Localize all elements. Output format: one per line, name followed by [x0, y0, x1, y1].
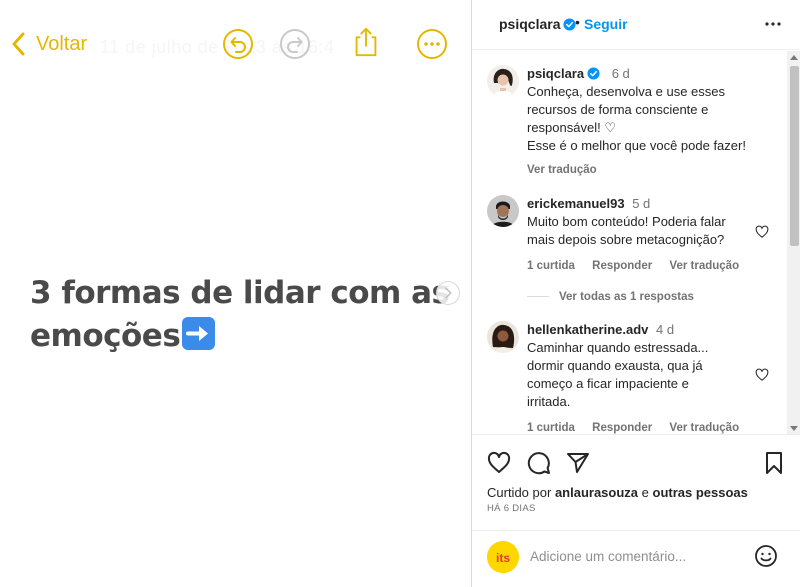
post-title-line1: 3 formas de lidar com as [30, 275, 450, 311]
scroll-up-icon[interactable] [790, 55, 798, 60]
scrollbar-thumb[interactable] [790, 66, 799, 246]
comment-text: Caminhar quando estressada... dormir qua… [527, 340, 709, 409]
chevron-right-icon [445, 287, 452, 299]
svg-text:its: its [496, 551, 510, 565]
caption-line: recursos de forma consciente e [527, 102, 709, 117]
caption-line: Esse é o melhor que você pode fazer! [527, 138, 746, 153]
share-paper-plane-icon[interactable] [566, 451, 590, 475]
translate-link[interactable]: Ver tradução [527, 164, 597, 176]
redo-icon [279, 28, 311, 60]
comment-time: 5 d [632, 196, 651, 211]
liked-by-others[interactable]: outras pessoas [653, 485, 748, 500]
back-label: Voltar [36, 32, 88, 55]
author-username[interactable]: psiqclara [499, 16, 577, 32]
current-user-avatar[interactable]: its [487, 541, 519, 573]
reply-button[interactable]: Responder [592, 422, 652, 434]
caption-username-text: psiqclara [527, 66, 585, 81]
header-separator: • [575, 14, 580, 30]
post-timestamp: HÁ 6 DIAS [487, 503, 536, 514]
comment-bubble-icon[interactable] [527, 451, 551, 475]
view-replies-button[interactable]: Ver todas as 1 respostas [527, 291, 694, 303]
post-title-line2: emoções [30, 315, 450, 358]
avatar[interactable] [487, 321, 519, 353]
more-options-icon[interactable] [764, 14, 782, 34]
emoji-smiley-icon[interactable] [754, 544, 778, 568]
comment-time: 4 d [656, 322, 675, 337]
avatar[interactable] [487, 195, 519, 227]
comment-likes[interactable]: 1 curtida [527, 260, 575, 272]
chevron-left-icon [12, 32, 25, 56]
comment-likes[interactable]: 1 curtida [527, 422, 575, 434]
back-button: Voltar [8, 30, 87, 58]
replies-divider [527, 296, 549, 298]
post-image: Voltar 11 de julho de 2023 às 16:4 3 for… [0, 0, 471, 587]
caption-time: 6 d [611, 66, 630, 81]
comment-text: Muito bom conteúdo! Poderia falar mais d… [527, 214, 726, 247]
follow-button[interactable]: Seguir [584, 16, 628, 32]
more-circle-icon [416, 28, 448, 60]
translate-link[interactable]: Ver tradução [669, 260, 739, 272]
verified-badge-icon [587, 67, 600, 80]
avatar[interactable] [487, 65, 519, 97]
share-icon [350, 26, 382, 58]
like-comment-heart-icon[interactable] [755, 368, 769, 382]
comments-scrollbar[interactable] [787, 51, 800, 434]
caption-text: psiqclara 6 d Conheça, desenvolva e use … [527, 65, 752, 179]
comments-list[interactable]: psiqclara 6 d Conheça, desenvolva e use … [472, 51, 800, 435]
save-bookmark-icon[interactable] [762, 451, 786, 475]
liked-by-user[interactable]: anlaurasouza [555, 485, 638, 500]
likes-prefix: Curtido por [487, 485, 552, 500]
comment-text-block: hellenkatherine.adv 4 d Caminhar quando … [527, 321, 752, 434]
right-arrow-emoji-icon [182, 317, 216, 350]
carousel-next-button[interactable] [436, 281, 460, 305]
comment-username[interactable]: erickemanuel93 [527, 196, 625, 211]
post-sidebar: psiqclara • Seguir psiqclara 6 d Conheça… [471, 0, 800, 587]
likes-summary: Curtido por anlaurasouza e outras pessoa… [487, 485, 748, 500]
comment-text-block: erickemanuel93 5 d Muito bom conteúdo! P… [527, 195, 752, 275]
notes-toolbar: Voltar 11 de julho de 2023 às 16:4 [0, 0, 471, 90]
caption-line: responsável! ♡ [527, 120, 616, 135]
post-header: psiqclara • Seguir [472, 0, 800, 50]
view-replies-label: Ver todas as 1 respostas [559, 291, 694, 303]
comment-username[interactable]: hellenkatherine.adv [527, 322, 648, 337]
post-actions: Curtido por anlaurasouza e outras pessoa… [472, 436, 800, 586]
translate-link[interactable]: Ver tradução [669, 422, 739, 434]
comment-composer: its [472, 530, 800, 586]
caption-line: Conheça, desenvolva e use esses [527, 84, 726, 99]
author-username-text: psiqclara [499, 16, 561, 32]
caption-username[interactable]: psiqclara [527, 66, 600, 81]
comment-input[interactable] [530, 549, 750, 564]
undo-icon [222, 28, 254, 60]
likes-and: e [641, 485, 649, 500]
like-comment-heart-icon[interactable] [755, 225, 769, 239]
post-title: 3 formas de lidar com as emoções [30, 272, 450, 358]
post-title-line2-text: emoções [30, 318, 181, 354]
reply-button[interactable]: Responder [592, 260, 652, 272]
scroll-down-icon[interactable] [790, 426, 798, 431]
like-heart-icon[interactable] [487, 451, 511, 475]
